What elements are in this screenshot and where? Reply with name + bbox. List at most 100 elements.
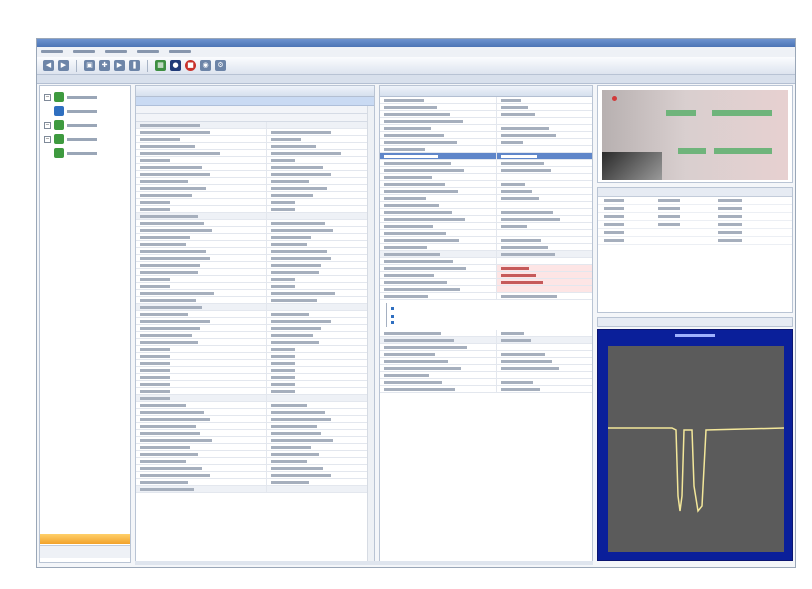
property-value[interactable] — [267, 276, 374, 282]
property-value[interactable] — [267, 402, 374, 408]
property-value[interactable] — [497, 293, 592, 299]
pause-icon[interactable]: ❚ — [129, 60, 140, 71]
property-row[interactable] — [136, 346, 374, 353]
property-row[interactable] — [136, 381, 374, 388]
property-value[interactable] — [267, 220, 374, 226]
properties-scrollbar[interactable] — [367, 106, 374, 562]
property-value[interactable] — [497, 125, 592, 131]
property-value[interactable] — [267, 185, 374, 191]
property-row[interactable] — [380, 125, 592, 132]
menu-item[interactable] — [105, 50, 127, 53]
tree-node[interactable]: − — [44, 92, 97, 102]
property-row[interactable] — [136, 255, 374, 262]
property-row[interactable] — [136, 416, 374, 423]
property-row[interactable] — [380, 181, 592, 188]
property-value[interactable] — [497, 174, 592, 180]
property-value[interactable] — [497, 118, 592, 124]
property-row[interactable] — [136, 465, 374, 472]
property-value[interactable] — [497, 195, 592, 201]
property-row[interactable] — [136, 199, 374, 206]
table-row[interactable] — [598, 229, 792, 237]
property-group[interactable] — [136, 213, 374, 220]
property-value[interactable] — [496, 265, 592, 271]
property-row[interactable] — [136, 409, 374, 416]
property-value[interactable] — [497, 160, 592, 166]
properties-selection-bar[interactable] — [136, 97, 374, 106]
property-value[interactable] — [267, 472, 374, 478]
back-arrow-icon[interactable]: ◀ — [43, 60, 54, 71]
property-value[interactable] — [497, 358, 592, 364]
property-row[interactable] — [136, 458, 374, 465]
property-row[interactable] — [136, 185, 374, 192]
tab-footer[interactable] — [40, 545, 130, 558]
property-row[interactable] — [136, 269, 374, 276]
settings-icon[interactable]: ⚙ — [215, 60, 226, 71]
property-value[interactable] — [267, 269, 374, 275]
property-row[interactable] — [380, 265, 592, 272]
property-value[interactable] — [267, 136, 374, 142]
property-row[interactable] — [380, 230, 592, 237]
property-row[interactable] — [136, 297, 374, 304]
property-row[interactable] — [136, 136, 374, 143]
property-value[interactable] — [497, 223, 592, 229]
property-row[interactable] — [380, 244, 592, 251]
property-row[interactable] — [380, 132, 592, 139]
property-value[interactable] — [497, 386, 592, 392]
property-row[interactable] — [136, 451, 374, 458]
property-row[interactable] — [136, 143, 374, 150]
property-value[interactable] — [497, 230, 592, 236]
property-row[interactable] — [380, 293, 592, 300]
property-row[interactable] — [136, 360, 374, 367]
property-row[interactable] — [380, 188, 592, 195]
property-row[interactable] — [136, 248, 374, 255]
property-row[interactable] — [380, 216, 592, 223]
image-preview[interactable] — [602, 90, 788, 180]
property-row[interactable] — [380, 118, 592, 125]
property-value[interactable] — [497, 188, 592, 194]
table-row[interactable] — [598, 213, 792, 221]
property-row[interactable] — [136, 479, 374, 486]
property-row[interactable] — [380, 351, 592, 358]
property-value[interactable] — [497, 104, 592, 110]
tree-node[interactable] — [54, 148, 97, 158]
property-value[interactable] — [497, 146, 592, 152]
tree-node-selected[interactable] — [54, 106, 97, 116]
property-row[interactable] — [136, 388, 374, 395]
property-value[interactable] — [267, 451, 374, 457]
grid-icon[interactable]: ▦ — [155, 60, 166, 71]
property-row[interactable] — [380, 209, 592, 216]
property-value[interactable] — [267, 409, 374, 415]
property-value[interactable] — [267, 255, 374, 261]
property-value[interactable] — [267, 367, 374, 373]
property-row[interactable] — [380, 146, 592, 153]
property-value[interactable] — [267, 143, 374, 149]
record-icon[interactable]: ● — [170, 60, 181, 71]
property-value[interactable] — [267, 381, 374, 387]
property-value[interactable] — [267, 458, 374, 464]
menu-item[interactable] — [169, 50, 191, 53]
property-row[interactable] — [136, 206, 374, 213]
table-row[interactable] — [598, 197, 792, 205]
property-row[interactable] — [380, 272, 592, 279]
property-value[interactable] — [497, 139, 592, 145]
menu-item[interactable] — [137, 50, 159, 53]
property-value[interactable] — [267, 423, 374, 429]
property-value[interactable] — [267, 248, 374, 254]
property-row[interactable] — [136, 157, 374, 164]
property-row[interactable] — [136, 171, 374, 178]
menu-item[interactable] — [41, 50, 63, 53]
property-row[interactable] — [136, 227, 374, 234]
property-group[interactable] — [136, 122, 374, 129]
property-row[interactable] — [136, 430, 374, 437]
property-row[interactable] — [380, 223, 592, 230]
property-group[interactable] — [136, 304, 374, 311]
property-value[interactable] — [497, 97, 592, 103]
property-row[interactable] — [136, 332, 374, 339]
property-value[interactable] — [267, 192, 374, 198]
property-value[interactable] — [267, 171, 374, 177]
property-value[interactable] — [496, 272, 592, 278]
camera-icon[interactable]: ◉ — [200, 60, 211, 71]
property-row[interactable] — [136, 150, 374, 157]
property-value[interactable] — [267, 437, 374, 443]
property-group[interactable] — [380, 251, 592, 258]
